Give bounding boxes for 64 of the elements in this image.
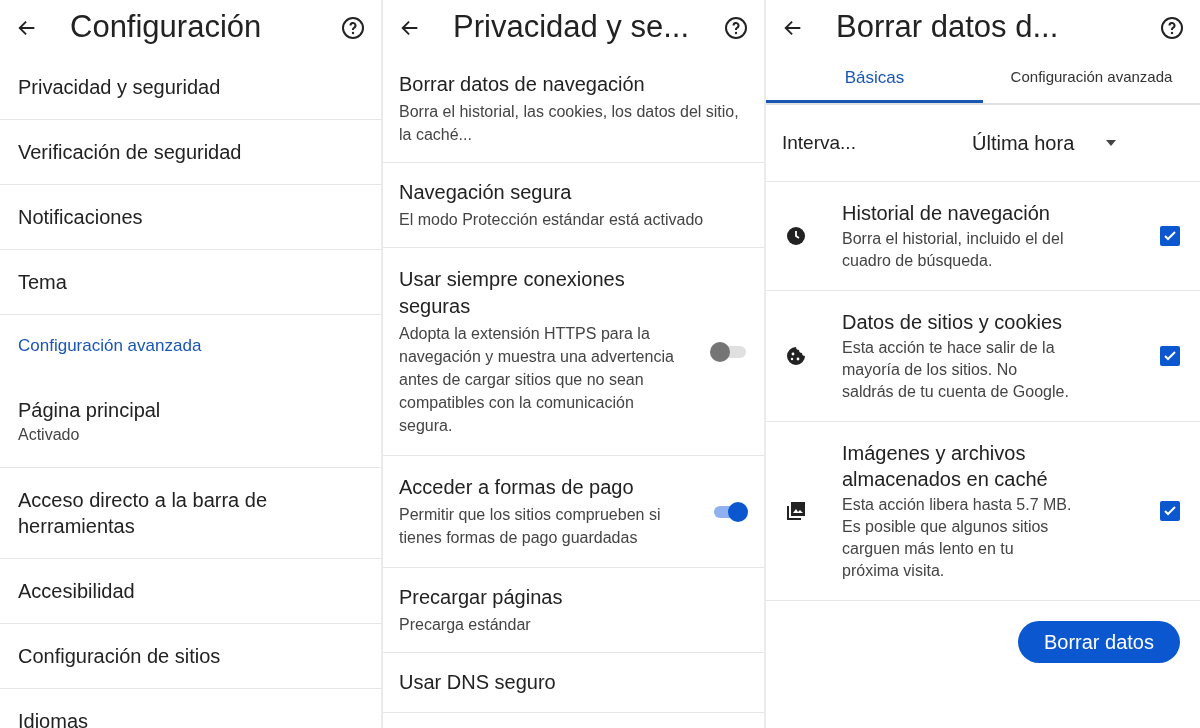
item-subtitle: Adopta la extensión HTTPS para la navegación y muestra una advertencia antes de cargar sitios que no sean compatibles con la comunicación segura.: [399, 324, 675, 436]
option-title: Imágenes y archivos almacenados en caché: [842, 441, 1049, 492]
interval-label: Interva...: [782, 130, 857, 155]
item-title: Navegación segura: [399, 180, 573, 205]
item-subtitle: Permitir que los sitios comprueben si tienes formas de pago guardadas: [399, 505, 662, 548]
section-heading: Configuración avanzada: [18, 335, 202, 358]
option-description: Esta acción te hace salir de la mayoría de los sitios. No saldrás de tu cuenta de Google.: [842, 338, 1070, 402]
settings-item[interactable]: Borrar datos de navegación Borra el historial, las cookies, los datos del sitio, la caché...: [383, 55, 764, 163]
settings-item[interactable]: Usar siempre conexiones seguras Adopta la extensión HTTPS para la navegación y muestra una advertencia antes de cargar sitios que no sean compatibles con la comunicación segura.: [383, 248, 764, 456]
settings-item[interactable]: Accesibilidad: [0, 559, 381, 624]
settings-item[interactable]: Idiomas: [0, 689, 381, 728]
settings-item[interactable]: Usar DNS seguro: [383, 653, 764, 713]
help-icon[interactable]: [341, 15, 365, 40]
settings-item[interactable]: Acceder a formas de pago Permitir que los sitios comprueben si tienes formas de pago guardadas: [383, 456, 764, 568]
settings-item[interactable]: Precargar páginas Precarga estándar: [383, 568, 764, 653]
item-subtitle: Precarga estándar: [399, 615, 532, 635]
check-icon: [1163, 349, 1177, 363]
item-title: Usar DNS seguro: [399, 670, 557, 695]
settings-item[interactable]: Verificación de seguridad: [0, 120, 381, 185]
screen-title: Configuración: [70, 8, 263, 47]
clock-icon: [786, 226, 806, 246]
interval-dropdown[interactable]: Última hora: [972, 128, 1117, 158]
item-subtitle: Borra el historial, las cookies, los datos del sitio, la caché...: [399, 102, 740, 145]
settings-item[interactable]: Privacidad y seguridad: [0, 55, 381, 120]
help-icon[interactable]: [1160, 15, 1184, 40]
item-title: Usar siempre conexiones seguras: [399, 267, 626, 319]
settings-item[interactable]: Configuración de sitios: [0, 624, 381, 689]
item-title: Configuración de sitios: [18, 644, 222, 669]
item-title: Idiomas: [18, 709, 90, 728]
dropdown-caret-icon: [1106, 140, 1117, 146]
item-subtitle: Activado: [18, 425, 81, 445]
checkbox[interactable]: [1160, 346, 1180, 366]
cookie-icon: [786, 346, 806, 366]
option-description: Borra el historial, incluido el del cuadro de búsqueda.: [842, 229, 1065, 271]
screen-title: Borrar datos d...: [836, 8, 1060, 47]
item-title: Borrar datos de navegación: [399, 72, 646, 97]
settings-item[interactable]: Notificaciones: [0, 185, 381, 250]
item-title: Acceso directo a la barra de herramientas: [18, 488, 269, 539]
settings-item[interactable]: Tema: [0, 250, 381, 315]
item-title: Verificación de seguridad: [18, 140, 243, 165]
settings-item[interactable]: Navegación segura El modo Protección estándar está activado: [383, 163, 764, 248]
checkbox[interactable]: [1160, 226, 1180, 246]
item-title: Accesibilidad: [18, 579, 136, 604]
option-description: Esta acción libera hasta 5.7 MB. Es posible que algunos sitios carguen más lento en tu próxima visita.: [842, 495, 1072, 581]
settings-item[interactable]: Página principal Activado: [0, 377, 381, 468]
tab[interactable]: Básicas: [766, 55, 983, 103]
item-title: Notificaciones: [18, 205, 144, 230]
item-title: Privacidad y seguridad: [18, 75, 222, 100]
checkbox[interactable]: [1160, 501, 1180, 521]
item-title: Acceder a formas de pago: [399, 475, 635, 500]
tab[interactable]: Configuración avanzada: [983, 55, 1200, 103]
check-icon: [1163, 504, 1177, 518]
help-icon[interactable]: [724, 15, 748, 40]
item-subtitle: El modo Protección estándar está activado: [399, 210, 705, 230]
screen-title: Privacidad y se...: [453, 8, 691, 47]
item-title: Precargar páginas: [399, 585, 564, 610]
settings-item[interactable]: Acceso directo a la barra de herramientas: [0, 468, 381, 559]
item-title: Tema: [18, 270, 68, 295]
item-title: Página principal: [18, 398, 162, 423]
check-icon: [1163, 229, 1177, 243]
option-title: Historial de navegación: [842, 201, 1051, 226]
option-title: Datos de sitios y cookies: [842, 310, 1064, 335]
images-icon: [786, 501, 806, 521]
clear-data-button[interactable]: Borrar datos: [1017, 621, 1180, 663]
